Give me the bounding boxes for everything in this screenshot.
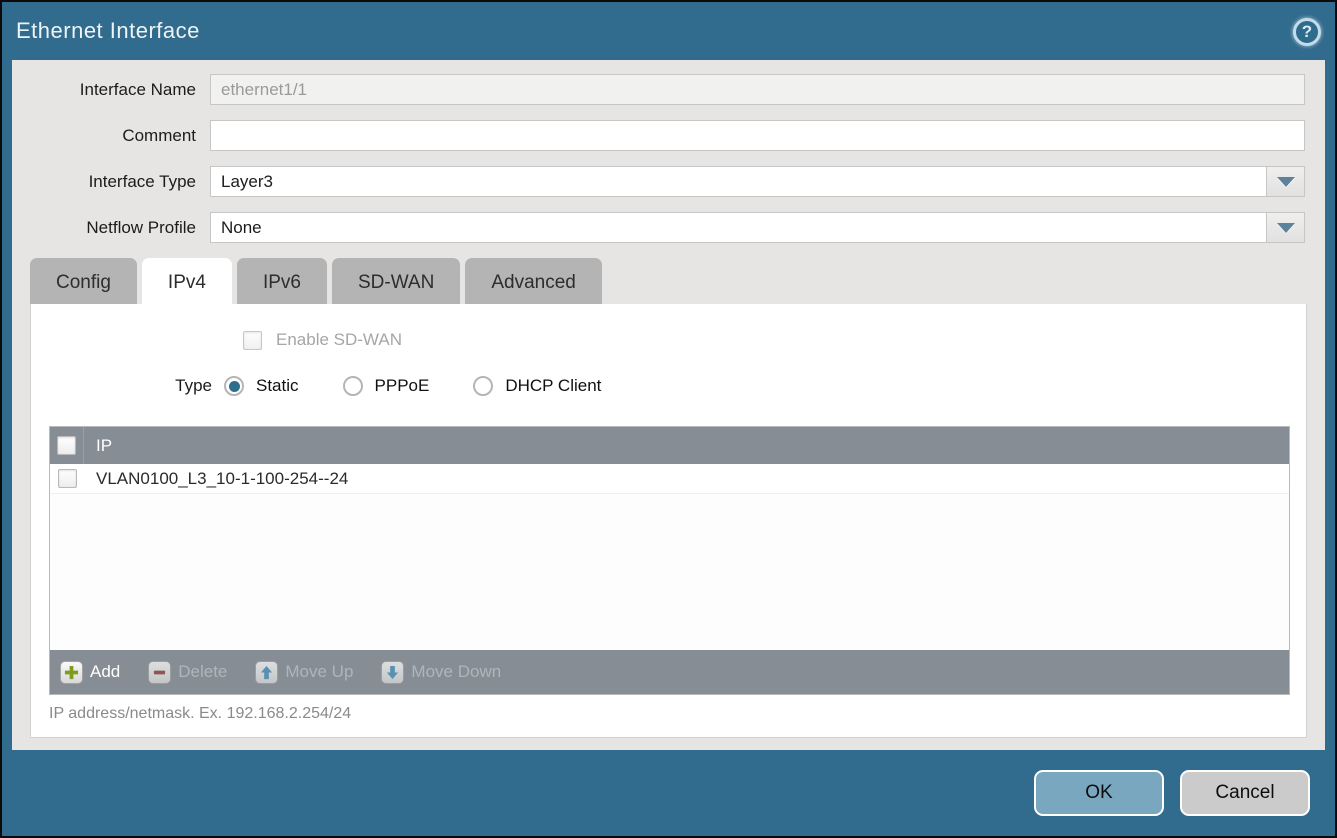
comment-row: Comment bbox=[32, 120, 1305, 151]
arrow-down-icon bbox=[381, 661, 404, 684]
ethernet-interface-dialog: Ethernet Interface ? Interface Name Comm… bbox=[0, 0, 1337, 838]
comment-label: Comment bbox=[32, 126, 210, 146]
netflow-profile-row: Netflow Profile bbox=[32, 212, 1305, 243]
move-down-button: Move Down bbox=[381, 661, 501, 684]
interface-type-label: Interface Type bbox=[32, 172, 210, 192]
dialog-titlebar: Ethernet Interface ? bbox=[2, 2, 1335, 60]
select-all-checkbox[interactable] bbox=[57, 436, 76, 455]
radio-pppoe[interactable]: PPPoE bbox=[343, 376, 430, 396]
add-button[interactable]: Add bbox=[60, 661, 120, 684]
ip-cell: VLAN0100_L3_10-1-100-254--24 bbox=[84, 469, 348, 489]
move-up-button: Move Up bbox=[255, 661, 353, 684]
row-checkbox[interactable] bbox=[58, 469, 77, 488]
tab-ipv6[interactable]: IPv6 bbox=[237, 258, 327, 308]
interface-type-input[interactable] bbox=[210, 166, 1267, 197]
netflow-profile-dropdown-button[interactable] bbox=[1267, 212, 1305, 243]
interface-name-input bbox=[210, 74, 1305, 105]
radio-static[interactable]: Static bbox=[224, 376, 299, 396]
comment-input[interactable] bbox=[210, 120, 1305, 151]
delete-button: Delete bbox=[148, 661, 227, 684]
type-row: Type Static PPPoE DHCP Client bbox=[31, 376, 1306, 396]
radio-icon bbox=[224, 376, 244, 396]
interface-name-label: Interface Name bbox=[32, 80, 210, 100]
add-plus-icon bbox=[60, 661, 83, 684]
ip-column-header: IP bbox=[84, 436, 112, 456]
dialog-footer: OK Cancel bbox=[2, 750, 1335, 836]
tabstrip: Config IPv4 IPv6 SD-WAN Advanced bbox=[30, 258, 1325, 308]
ip-hint-text: IP address/netmask. Ex. 192.168.2.254/24 bbox=[49, 705, 351, 723]
enable-sdwan-row: Enable SD-WAN bbox=[243, 330, 1306, 350]
interface-name-row: Interface Name bbox=[32, 74, 1305, 105]
radio-icon bbox=[473, 376, 493, 396]
arrow-up-icon bbox=[255, 661, 278, 684]
netflow-profile-input[interactable] bbox=[210, 212, 1267, 243]
chevron-down-icon bbox=[1277, 177, 1295, 187]
ok-button[interactable]: OK bbox=[1034, 770, 1164, 816]
dialog-content: Interface Name Comment Interface Type bbox=[12, 60, 1325, 750]
ip-table-toolbar: Add Delete Move Up bbox=[50, 650, 1289, 694]
radio-icon bbox=[343, 376, 363, 396]
tab-config[interactable]: Config bbox=[30, 258, 137, 308]
interface-type-row: Interface Type bbox=[32, 166, 1305, 197]
tab-ipv4[interactable]: IPv4 bbox=[142, 258, 232, 308]
ip-table-body: VLAN0100_L3_10-1-100-254--24 bbox=[50, 464, 1289, 650]
ip-table: IP VLAN0100_L3_10-1-100-254--24 bbox=[49, 426, 1290, 695]
netflow-profile-label: Netflow Profile bbox=[32, 218, 210, 238]
radio-dhcp-client[interactable]: DHCP Client bbox=[473, 376, 601, 396]
enable-sdwan-checkbox bbox=[243, 331, 262, 350]
cancel-button[interactable]: Cancel bbox=[1180, 770, 1310, 816]
interface-type-dropdown-button[interactable] bbox=[1267, 166, 1305, 197]
enable-sdwan-label: Enable SD-WAN bbox=[276, 330, 402, 350]
table-row[interactable]: VLAN0100_L3_10-1-100-254--24 bbox=[50, 464, 1289, 494]
ipv4-panel: Enable SD-WAN Type Static PPPoE DHCP Cli… bbox=[30, 304, 1307, 738]
delete-minus-icon bbox=[148, 661, 171, 684]
tab-sdwan[interactable]: SD-WAN bbox=[332, 258, 460, 308]
dialog-title: Ethernet Interface bbox=[16, 18, 200, 44]
chevron-down-icon bbox=[1277, 223, 1295, 233]
help-icon[interactable]: ? bbox=[1293, 18, 1321, 46]
type-label: Type bbox=[31, 376, 224, 396]
ip-table-header: IP bbox=[50, 427, 1289, 464]
tab-advanced[interactable]: Advanced bbox=[465, 258, 602, 308]
